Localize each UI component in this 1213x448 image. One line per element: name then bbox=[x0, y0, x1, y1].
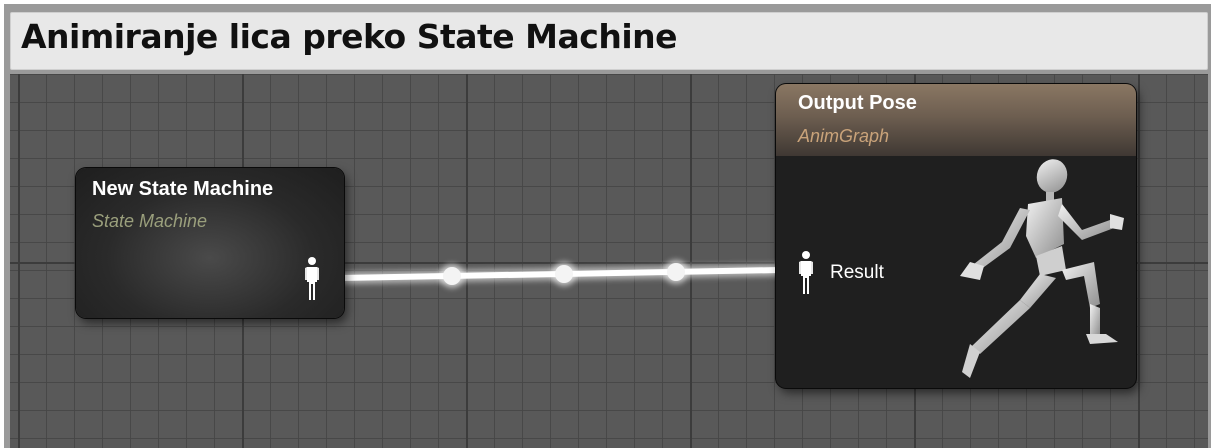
output-pose-node-title: Output Pose bbox=[798, 92, 917, 114]
caption-title: Animiranje lica preko State Machine bbox=[21, 17, 678, 56]
wire-flow-dot bbox=[443, 267, 461, 285]
running-mannequin-icon bbox=[960, 159, 1124, 378]
state-machine-node-title: New State Machine bbox=[92, 178, 274, 200]
pose-pin-icon[interactable] bbox=[798, 250, 814, 296]
pose-pin-icon[interactable] bbox=[304, 256, 320, 302]
output-pose-node[interactable]: Output Pose AnimGraph Result bbox=[776, 84, 1136, 388]
state-machine-node-subtitle: State Machine bbox=[92, 211, 208, 231]
anim-graph-canvas[interactable]: New State Machine State Machine Output P… bbox=[10, 74, 1208, 448]
output-pose-node-subtitle: AnimGraph bbox=[798, 126, 890, 146]
caption-bar: Animiranje lica preko State Machine bbox=[10, 12, 1208, 70]
wire-flow-dot bbox=[555, 265, 573, 283]
result-pin-label: Result bbox=[830, 262, 884, 283]
wire-flow-dot bbox=[667, 263, 685, 281]
state-machine-node[interactable]: New State Machine State Machine bbox=[76, 168, 344, 318]
